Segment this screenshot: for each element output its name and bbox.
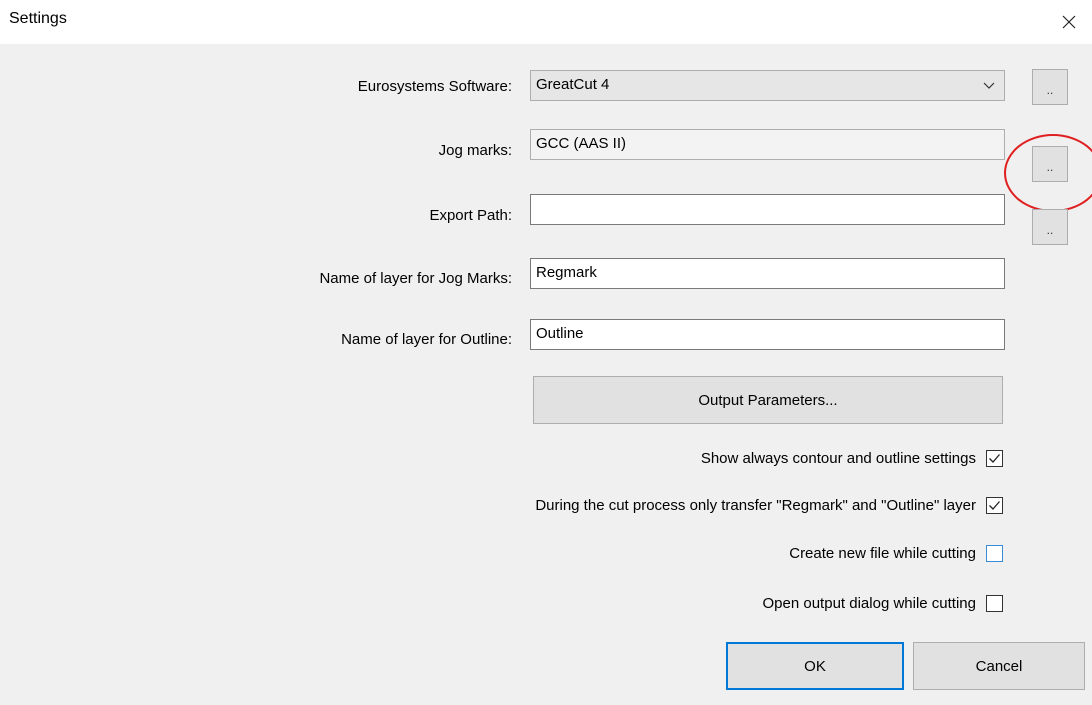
option-show-contour[interactable]: Show always contour and outline settings — [701, 450, 1003, 467]
option-label: Create new file while cutting — [789, 545, 976, 562]
outline-layer-field[interactable]: Outline — [530, 319, 1005, 350]
option-transfer-layers[interactable]: During the cut process only transfer "Re… — [535, 497, 1003, 514]
software-select[interactable]: GreatCut 4 — [530, 70, 1005, 101]
jog-marks-browse-button[interactable]: .. — [1032, 146, 1068, 182]
jog-marks-field[interactable]: GCC (AAS II) — [530, 129, 1005, 160]
option-create-new-file[interactable]: Create new file while cutting — [789, 545, 1003, 562]
checkmark-icon — [989, 454, 1000, 463]
software-select-value: GreatCut 4 — [536, 76, 610, 93]
export-path-browse-button[interactable]: .. — [1032, 209, 1068, 245]
checkbox[interactable] — [986, 545, 1003, 562]
checkmark-icon — [989, 501, 1000, 510]
jog-marks-label: Jog marks: — [438, 142, 512, 159]
export-path-field[interactable] — [530, 194, 1005, 225]
chevron-down-icon — [983, 82, 995, 89]
option-open-output-dialog[interactable]: Open output dialog while cutting — [763, 595, 1003, 612]
option-label: During the cut process only transfer "Re… — [535, 497, 976, 514]
window-title: Settings — [9, 10, 67, 27]
checkbox[interactable] — [986, 595, 1003, 612]
cancel-button[interactable]: Cancel — [913, 642, 1085, 690]
title-bar: Settings — [0, 0, 1092, 44]
option-label: Open output dialog while cutting — [762, 595, 976, 612]
jog-layer-field[interactable]: Regmark — [530, 258, 1005, 289]
software-label: Eurosystems Software: — [357, 78, 512, 95]
outline-layer-label: Name of layer for Outline: — [341, 331, 512, 348]
jog-layer-label: Name of layer for Jog Marks: — [319, 270, 512, 287]
export-path-label: Export Path: — [429, 207, 512, 224]
close-icon — [1062, 15, 1076, 29]
output-parameters-button[interactable]: Output Parameters... — [533, 376, 1003, 424]
checkbox[interactable] — [986, 497, 1003, 514]
ok-button[interactable]: OK — [726, 642, 904, 690]
checkbox[interactable] — [986, 450, 1003, 467]
option-label: Show always contour and outline settings — [700, 450, 976, 467]
software-browse-button[interactable]: .. — [1032, 69, 1068, 105]
settings-dialog: Settings Eurosystems Software: GreatCut … — [0, 0, 1092, 705]
close-button[interactable] — [1046, 0, 1092, 44]
